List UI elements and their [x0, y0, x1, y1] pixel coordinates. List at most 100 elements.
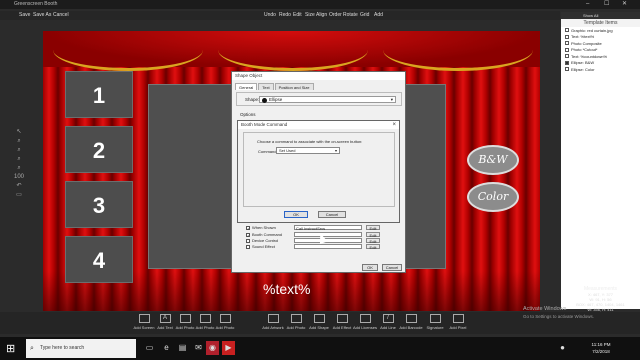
- maximize-button[interactable]: ☐: [604, 0, 609, 9]
- item-checkbox[interactable]: [565, 34, 569, 39]
- color-ellipse-button[interactable]: Color: [467, 182, 519, 212]
- menu-redo[interactable]: Redo: [279, 11, 291, 20]
- video-app-icon[interactable]: ▶: [222, 341, 235, 355]
- booth-mode-command-dialog: Booth Mode Command × Choose a command to…: [237, 120, 400, 223]
- menu-add[interactable]: Add: [374, 11, 383, 20]
- zoom-fit-icon[interactable]: ⌕: [14, 164, 24, 173]
- item-checkbox[interactable]: [565, 41, 569, 46]
- edit-button[interactable]: Edit: [366, 232, 380, 238]
- activation-hint: Go to Settings to activate Windows.: [523, 314, 595, 319]
- when-shown-field[interactable]: Call InstructSrvs: [294, 225, 362, 231]
- item-checkbox[interactable]: [565, 54, 569, 59]
- clock-date: 7/2/2018: [592, 349, 610, 354]
- command-select[interactable]: Set Used ▾: [276, 147, 340, 154]
- pointer-icon[interactable]: ↖: [14, 128, 24, 137]
- photo-icon: [199, 314, 211, 323]
- item-checkbox[interactable]: [565, 28, 569, 33]
- taskbar-search[interactable]: ⌕ Type here to search: [26, 339, 136, 358]
- device-control-field[interactable]: [294, 238, 362, 243]
- menu-grid[interactable]: Grid: [360, 11, 369, 20]
- zoom-in-icon[interactable]: ⌕: [14, 146, 24, 155]
- item-checkbox[interactable]: [565, 67, 569, 72]
- photo-slot-1[interactable]: 1: [65, 71, 133, 118]
- list-item[interactable]: Ellipse: Color: [561, 66, 640, 73]
- text-placeholder[interactable]: %text%: [263, 281, 310, 297]
- edit-button[interactable]: Edit: [366, 225, 380, 231]
- licenses-icon: [359, 314, 371, 323]
- item-label: Graphic: red curtain.jpg: [571, 27, 613, 33]
- app-title-bar: Greenscreen Booth – ☐ ✕: [0, 0, 640, 9]
- when-shown-checkbox[interactable]: ✓: [246, 225, 250, 230]
- task-view-icon[interactable]: ▭: [143, 341, 156, 355]
- clock-time: 11:16 PM: [591, 342, 611, 347]
- file-explorer-icon[interactable]: ▤: [176, 341, 189, 355]
- row-label: Sound Effect: [252, 244, 275, 249]
- minimize-button[interactable]: –: [586, 0, 589, 9]
- undo-icon[interactable]: ↶: [14, 182, 24, 191]
- item-label: Text: %text%: [571, 34, 595, 40]
- menu-undo[interactable]: Undo: [264, 11, 276, 20]
- photo-slot-3[interactable]: 3: [65, 181, 133, 228]
- item-label: Ellipse: Color: [571, 66, 595, 72]
- ok-button[interactable]: OK: [284, 211, 308, 218]
- frame-icon[interactable]: ▭: [14, 191, 24, 200]
- menu-cancel[interactable]: Cancel: [53, 11, 69, 20]
- booth-command-field[interactable]: [294, 232, 362, 237]
- photo-slot-2[interactable]: 2: [65, 126, 133, 173]
- menu-order[interactable]: Order: [329, 11, 342, 20]
- sound-effect-field[interactable]: [294, 244, 362, 249]
- tab-text[interactable]: Text: [258, 83, 274, 90]
- zoom-level[interactable]: 100: [14, 173, 24, 182]
- menu-save-as[interactable]: Save As: [33, 11, 51, 20]
- booth-command-checkbox[interactable]: ✓: [246, 232, 250, 237]
- button-label: Add Pixel: [449, 325, 467, 330]
- menu-edit[interactable]: Edit: [293, 11, 302, 20]
- close-button[interactable]: ✕: [622, 0, 627, 9]
- windows-start-icon[interactable]: ⊞: [6, 342, 15, 355]
- app-title: Greenscreen Booth: [14, 1, 58, 7]
- shape-label: Shape:: [245, 97, 260, 102]
- sound-effect-checkbox[interactable]: [246, 244, 250, 249]
- template-items-panel: Show All Template Items Graphic: red cur…: [561, 12, 640, 309]
- menu-size[interactable]: Size: [305, 11, 315, 20]
- edge-icon[interactable]: e: [160, 341, 173, 355]
- close-icon[interactable]: ×: [392, 121, 396, 129]
- ok-button[interactable]: OK: [362, 264, 378, 271]
- bw-ellipse-button[interactable]: B&W: [467, 145, 519, 175]
- add-photo-button-3[interactable]: Add Photo: [210, 314, 240, 330]
- row-label: Device Control: [252, 238, 279, 243]
- shape-icon: [313, 314, 325, 323]
- photo-slot-4[interactable]: 4: [65, 236, 133, 283]
- menu-save[interactable]: Save: [19, 11, 30, 20]
- cancel-button[interactable]: Cancel: [318, 211, 346, 218]
- edit-button[interactable]: Edit: [366, 244, 380, 250]
- panel-title: Template Items: [561, 19, 640, 27]
- device-control-checkbox[interactable]: [246, 238, 250, 243]
- menu-rotate[interactable]: Rotate: [343, 11, 358, 20]
- chevron-down-icon: ▾: [390, 97, 393, 102]
- instruction-text: Choose a command to associate with the o…: [257, 139, 363, 144]
- item-checkbox[interactable]: [565, 47, 569, 52]
- item-checkbox[interactable]: [565, 60, 569, 65]
- zoom-out-icon[interactable]: ⌕: [14, 155, 24, 164]
- booth-app-icon[interactable]: ◉: [206, 341, 219, 355]
- command-label: Command:: [258, 149, 278, 154]
- taskbar-clock[interactable]: 11:16 PM 7/2/2018: [586, 341, 616, 355]
- activation-watermark: Activate Windows: [523, 306, 567, 312]
- network-icon[interactable]: ●: [556, 341, 569, 355]
- barcode-icon: [405, 314, 417, 323]
- edit-button[interactable]: Edit: [366, 238, 380, 244]
- device-control-row: Device Control Edit: [246, 238, 380, 244]
- show-all-toggle[interactable]: Show All: [561, 12, 640, 19]
- menu-align[interactable]: Align: [316, 11, 327, 20]
- shape-group: Shape: Ellipse ▾: [236, 92, 402, 106]
- cancel-button[interactable]: Cancel: [382, 264, 402, 271]
- mail-icon[interactable]: ✉: [192, 341, 205, 355]
- zoom-icon[interactable]: ⌕: [14, 137, 24, 146]
- tab-position-size[interactable]: Position and Size: [274, 83, 314, 90]
- screen: Greenscreen Booth – ☐ ✕ Save Save As Can…: [0, 0, 640, 360]
- add-pixel-button[interactable]: Add Pixel: [443, 314, 473, 330]
- tab-general[interactable]: General: [235, 83, 258, 90]
- effect-icon: [336, 314, 348, 323]
- shape-select[interactable]: Ellipse ▾: [259, 96, 396, 103]
